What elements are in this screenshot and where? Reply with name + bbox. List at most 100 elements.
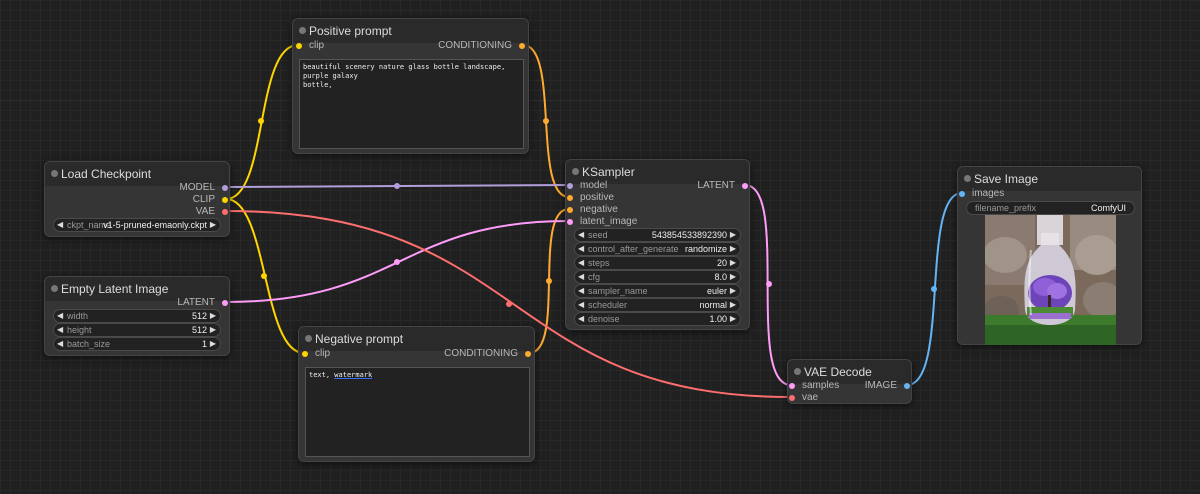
decrement-arrow-icon[interactable]: ◀ <box>578 271 584 283</box>
input-model[interactable]: model <box>567 180 607 192</box>
link-decode-save <box>906 192 963 386</box>
link-positive-ksampler-midpoint <box>543 118 549 124</box>
clip-pin-icon[interactable] <box>296 43 302 49</box>
height-widget[interactable]: ◀ height 512 ▶ <box>53 323 221 337</box>
collapse-dot-icon[interactable] <box>299 27 306 34</box>
output-model[interactable]: MODEL <box>179 182 228 194</box>
vae-decode-node[interactable]: VAE Decode samples vae IMAGE <box>787 359 912 404</box>
decrement-arrow-icon[interactable]: ◀ <box>578 313 584 325</box>
samples-pin-icon[interactable] <box>789 383 795 389</box>
output-latent[interactable]: LATENT <box>177 297 228 309</box>
node-title: Empty Latent Image <box>61 282 169 296</box>
increment-arrow-icon[interactable]: ▶ <box>210 338 216 350</box>
output-vae[interactable]: VAE <box>196 206 228 218</box>
output-image-preview[interactable] <box>985 215 1116 345</box>
increment-arrow-icon[interactable]: ▶ <box>730 285 736 297</box>
widget-value: normal <box>699 300 727 310</box>
prompt-textarea[interactable]: text, watermark <box>305 367 530 457</box>
link-negative-ksampler <box>528 208 570 354</box>
widget-label: width <box>67 311 89 321</box>
input-positive[interactable]: positive <box>567 192 614 204</box>
input-label: latent_image <box>580 216 638 227</box>
increment-arrow-icon[interactable]: ▶ <box>210 324 216 336</box>
save-image-node[interactable]: Save Image images filename_prefix ComfyU… <box>957 166 1142 345</box>
output-clip[interactable]: CLIP <box>193 194 228 206</box>
increment-arrow-icon[interactable]: ▶ <box>730 299 736 311</box>
collapse-dot-icon[interactable] <box>51 285 58 292</box>
increment-arrow-icon[interactable]: ▶ <box>210 219 216 231</box>
positive-pin-icon[interactable] <box>567 195 573 201</box>
decrement-arrow-icon[interactable]: ◀ <box>57 338 63 350</box>
input-images[interactable]: images <box>959 188 1004 200</box>
decrement-arrow-icon[interactable]: ◀ <box>57 324 63 336</box>
sampler-name-widget[interactable]: ◀ sampler_name euler ▶ <box>574 284 741 298</box>
input-vae[interactable]: vae <box>789 392 818 404</box>
denoise-widget[interactable]: ◀ denoise 1.00 ▶ <box>574 312 741 326</box>
output-conditioning[interactable]: CONDITIONING <box>444 348 531 360</box>
decrement-arrow-icon[interactable]: ◀ <box>578 243 584 255</box>
link-latent-ksampler-midpoint <box>394 259 400 265</box>
input-clip[interactable]: clip <box>296 40 324 52</box>
input-label: clip <box>315 348 331 359</box>
clip-pin-icon[interactable] <box>222 197 228 203</box>
increment-arrow-icon[interactable]: ▶ <box>730 243 736 255</box>
decrement-arrow-icon[interactable]: ◀ <box>578 229 584 241</box>
input-negative[interactable]: negative <box>567 204 618 216</box>
filename-prefix-widget[interactable]: filename_prefix ComfyUI <box>966 201 1135 215</box>
decrement-arrow-icon[interactable]: ◀ <box>578 257 584 269</box>
conditioning-pin-icon[interactable] <box>519 43 525 49</box>
input-label: negative <box>580 204 618 215</box>
images-pin-icon[interactable] <box>959 191 965 197</box>
vae-pin-icon[interactable] <box>789 395 795 401</box>
collapse-dot-icon[interactable] <box>572 168 579 175</box>
input-latent-image[interactable]: latent_image <box>567 216 638 228</box>
seed-widget[interactable]: ◀ seed 543854533892390 ▶ <box>574 228 741 242</box>
widget-value: ComfyUI <box>1090 203 1126 213</box>
increment-arrow-icon[interactable]: ▶ <box>730 229 736 241</box>
steps-widget[interactable]: ◀ steps 20 ▶ <box>574 256 741 270</box>
collapse-dot-icon[interactable] <box>964 175 971 182</box>
latent-pin-icon[interactable] <box>742 183 748 189</box>
load-checkpoint-node[interactable]: Load Checkpoint MODEL CLIP VAE ◀ ckpt_na… <box>44 161 230 237</box>
negative-prompt-node[interactable]: Negative prompt clip CONDITIONING text, … <box>298 326 535 462</box>
empty-latent-image-node[interactable]: Empty Latent Image LATENT ◀ width 512 ▶ … <box>44 276 230 356</box>
input-samples[interactable]: samples <box>789 380 839 392</box>
output-image[interactable]: IMAGE <box>865 380 910 392</box>
width-widget[interactable]: ◀ width 512 ▶ <box>53 309 221 323</box>
model-pin-icon[interactable] <box>222 185 228 191</box>
model-pin-icon[interactable] <box>567 183 573 189</box>
increment-arrow-icon[interactable]: ▶ <box>730 313 736 325</box>
prompt-textarea[interactable]: beautiful scenery nature glass bottle la… <box>299 59 524 149</box>
scheduler-widget[interactable]: ◀ scheduler normal ▶ <box>574 298 741 312</box>
ksampler-node[interactable]: KSampler model positive negative latent_… <box>565 159 750 330</box>
node-title: KSampler <box>582 165 635 179</box>
decrement-arrow-icon[interactable]: ◀ <box>578 299 584 311</box>
vae-pin-icon[interactable] <box>222 209 228 215</box>
collapse-dot-icon[interactable] <box>305 335 312 342</box>
negative-pin-icon[interactable] <box>567 207 573 213</box>
control-after-generate-widget[interactable]: ◀ control_after_generate randomize ▶ <box>574 242 741 256</box>
ckpt-name-combo[interactable]: ◀ ckpt_name v1-5-pruned-emaonly.ckpt ▶ <box>53 218 221 232</box>
increment-arrow-icon[interactable]: ▶ <box>730 257 736 269</box>
decrement-arrow-icon[interactable]: ◀ <box>57 310 63 322</box>
increment-arrow-icon[interactable]: ▶ <box>210 310 216 322</box>
collapse-dot-icon[interactable] <box>51 170 58 177</box>
output-latent[interactable]: LATENT <box>697 180 748 192</box>
output-conditioning[interactable]: CONDITIONING <box>438 40 525 52</box>
conditioning-pin-icon[interactable] <box>525 351 531 357</box>
image-pin-icon[interactable] <box>904 383 910 389</box>
cfg-widget[interactable]: ◀ cfg 8.0 ▶ <box>574 270 741 284</box>
increment-arrow-icon[interactable]: ▶ <box>730 271 736 283</box>
widget-value: randomize <box>684 244 727 254</box>
latent-pin-icon[interactable] <box>567 219 573 225</box>
positive-prompt-node[interactable]: Positive prompt clip CONDITIONING beauti… <box>292 18 529 154</box>
node-graph-canvas[interactable]: Positive prompt clip CONDITIONING beauti… <box>0 0 1200 494</box>
batch-size-widget[interactable]: ◀ batch_size 1 ▶ <box>53 337 221 351</box>
decrement-arrow-icon[interactable]: ◀ <box>57 219 63 231</box>
latent-pin-icon[interactable] <box>222 300 228 306</box>
input-clip[interactable]: clip <box>302 348 331 360</box>
collapse-dot-icon[interactable] <box>794 368 801 375</box>
clip-pin-icon[interactable] <box>302 351 308 357</box>
node-title: Load Checkpoint <box>61 167 152 181</box>
decrement-arrow-icon[interactable]: ◀ <box>578 285 584 297</box>
